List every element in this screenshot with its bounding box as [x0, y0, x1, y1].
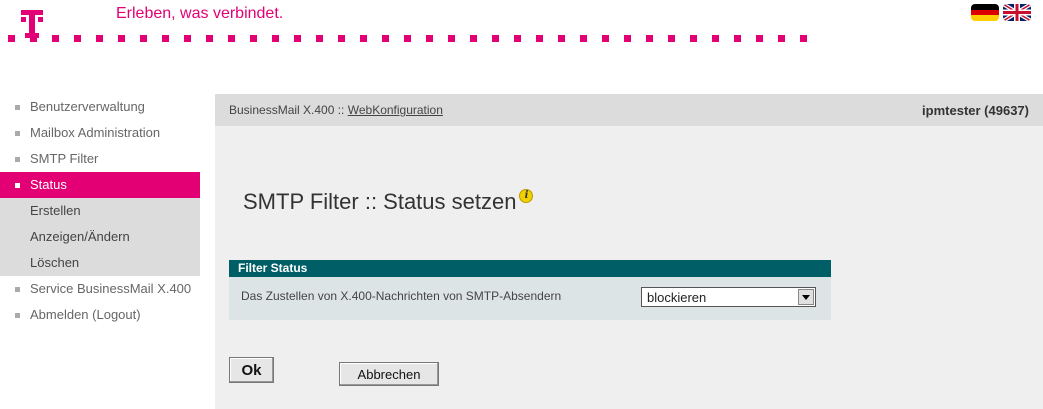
bullet-icon — [15, 183, 20, 188]
bullet-icon — [15, 105, 20, 110]
tagline: Erleben, was verbindet. — [116, 5, 284, 22]
main-content: BusinessMail X.400 :: WebKonfiguration i… — [215, 94, 1043, 409]
dot-line — [8, 35, 822, 43]
chevron-down-icon[interactable] — [798, 289, 814, 305]
bullet-icon — [15, 287, 20, 292]
sidebar-item-label: Abmelden (Logout) — [30, 307, 141, 322]
uk-flag-icon[interactable] — [1003, 4, 1031, 21]
sidebar-item-status[interactable]: Status — [0, 172, 200, 198]
breadcrumb-link-webkonfiguration[interactable]: WebKonfiguration — [348, 103, 443, 117]
bullet-icon — [15, 157, 20, 162]
header: Erleben, was verbindet. — [0, 0, 1043, 60]
bullet-icon — [15, 131, 20, 136]
sidebar-item-label: Benutzerverwaltung — [30, 99, 145, 114]
panel-header: Filter Status — [229, 260, 831, 277]
sidebar-item-abmelden[interactable]: Abmelden (Logout) — [0, 302, 200, 328]
info-icon[interactable]: i — [519, 189, 534, 203]
sidebar: Benutzerverwaltung Mailbox Administratio… — [0, 94, 200, 409]
filter-status-panel: Filter Status Das Zustellen von X.400-Na… — [229, 260, 831, 320]
sidebar-item-service-businessmail[interactable]: Service BusinessMail X.400 — [0, 276, 200, 302]
select-value: blockieren — [647, 289, 707, 305]
breadcrumb: BusinessMail X.400 :: WebKonfiguration — [229, 103, 443, 117]
sidebar-item-smtp-filter[interactable]: SMTP Filter — [0, 146, 200, 172]
sidebar-item-mailbox-administration[interactable]: Mailbox Administration — [0, 120, 200, 146]
language-flags — [971, 4, 1031, 21]
ok-button[interactable]: Ok — [229, 357, 274, 383]
submenu-item-loeschen[interactable]: Löschen — [0, 250, 200, 276]
de-flag-icon[interactable] — [971, 4, 999, 21]
sidebar-item-label: Mailbox Administration — [30, 125, 161, 140]
current-user: ipmtester (49637) — [922, 102, 1029, 118]
filter-status-label: Das Zustellen von X.400-Nachrichten von … — [241, 289, 562, 303]
submenu-item-erstellen[interactable]: Erstellen — [0, 198, 200, 224]
page-title: SMTP Filter :: Status setzen i — [243, 189, 534, 215]
topbar: BusinessMail X.400 :: WebKonfiguration i… — [215, 94, 1043, 126]
sidebar-item-label: Status — [30, 177, 67, 192]
sidebar-item-label: Service BusinessMail X.400 — [30, 281, 192, 296]
sidebar-item-label: SMTP Filter — [30, 151, 99, 166]
status-submenu: Erstellen Anzeigen/Ändern Löschen — [0, 198, 200, 276]
submenu-item-anzeigen-aendern[interactable]: Anzeigen/Ändern — [0, 224, 200, 250]
page-title-text: SMTP Filter :: Status setzen — [243, 189, 517, 214]
filter-status-select[interactable]: blockieren — [641, 287, 816, 307]
bullet-icon — [15, 313, 20, 318]
cancel-button[interactable]: Abbrechen — [339, 362, 439, 386]
breadcrumb-prefix: BusinessMail X.400 :: — [229, 103, 348, 117]
sidebar-item-benutzerverwaltung[interactable]: Benutzerverwaltung — [0, 94, 200, 120]
